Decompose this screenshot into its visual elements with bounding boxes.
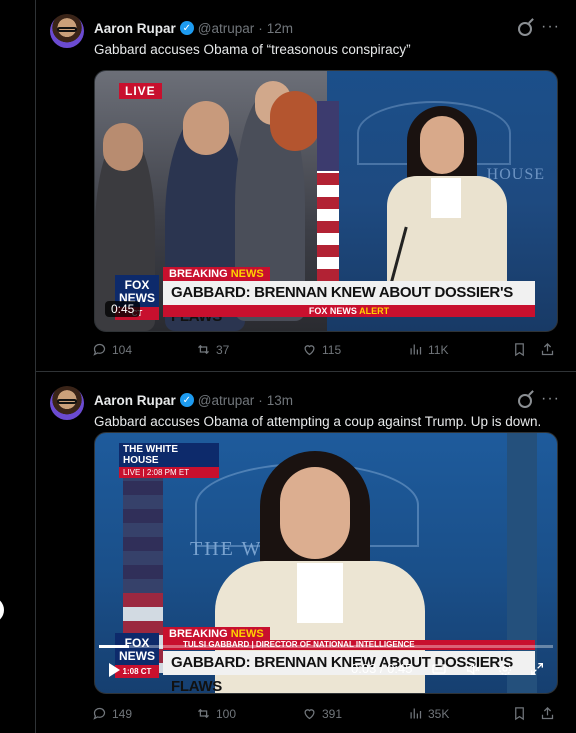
- like-button[interactable]: 115: [302, 342, 341, 357]
- play-icon[interactable]: [109, 663, 120, 677]
- volume-muted-icon[interactable]: [465, 661, 481, 677]
- views-chart-icon: [410, 708, 422, 719]
- author-handle[interactable]: @atrupar: [198, 393, 254, 408]
- bookmark-button[interactable]: [512, 342, 527, 357]
- video-progress-bar[interactable]: [99, 645, 553, 648]
- post-time[interactable]: 12m: [267, 21, 293, 36]
- fox-news-alert-bar: FOX NEWS ALERT: [163, 305, 535, 317]
- reply-icon: [93, 707, 106, 720]
- grok-icon[interactable]: [518, 394, 532, 408]
- reply-count: 149: [112, 706, 133, 721]
- total-time: 0:45: [387, 661, 413, 676]
- repost-button[interactable]: 100: [196, 706, 236, 721]
- heart-icon: [304, 345, 315, 356]
- heart-icon: [304, 709, 315, 720]
- reporter-hair: [270, 91, 320, 151]
- logo-top: FOX: [124, 278, 150, 292]
- bookmark-button[interactable]: [512, 706, 527, 721]
- bookmark-icon: [515, 707, 524, 721]
- post-actions: 104 37 115 11K: [92, 342, 562, 362]
- wh-live: LIVE: [123, 468, 141, 477]
- captions-icon[interactable]: [431, 661, 447, 677]
- repost-button[interactable]: 37: [196, 342, 229, 357]
- post-header: Aaron Rupar ✓ @atrupar · 13m: [94, 390, 293, 410]
- reply-button[interactable]: 104: [92, 342, 132, 357]
- wh-live-row: LIVE | 2:08 PM ET: [119, 467, 219, 478]
- views-button[interactable]: 35K: [408, 706, 449, 721]
- share-icon: [541, 706, 554, 720]
- tweet-text: Gabbard accuses Obama of attempting a co…: [94, 414, 542, 429]
- share-button[interactable]: [540, 342, 555, 357]
- reporter-face: [103, 123, 143, 171]
- breaking-news-label: BREAKING NEWS: [163, 267, 270, 281]
- tweet-text: Gabbard accuses Obama of “treasonous con…: [94, 42, 411, 57]
- post-1[interactable]: Aaron Rupar ✓ @atrupar · 12m ··· Gabbard…: [36, 0, 576, 372]
- avatar[interactable]: [50, 14, 84, 48]
- alert-brand: FOX NEWS: [308, 306, 360, 316]
- reply-icon: [93, 343, 106, 356]
- post-time[interactable]: 13m: [267, 393, 293, 408]
- post-2[interactable]: Aaron Rupar ✓ @atrupar · 13m ··· Gabbard…: [36, 372, 576, 733]
- views-count: 35K: [428, 706, 450, 721]
- video-progress-fill: [99, 645, 130, 648]
- reporter-face: [183, 101, 229, 155]
- separator-dot: ·: [258, 392, 263, 408]
- breaking-news-label: BREAKING NEWS: [163, 627, 270, 641]
- avatar-glasses: [57, 399, 77, 404]
- views-chart-icon: [410, 344, 422, 355]
- us-flag-canton: [317, 101, 339, 171]
- breaking-word: BREAKING: [169, 268, 231, 280]
- video-controls: 0:03 / 0:45: [95, 655, 557, 685]
- news-word: NEWS: [230, 628, 264, 640]
- bookmark-icon: [515, 343, 524, 357]
- post-actions: 149 100 391 35K: [92, 706, 562, 726]
- current-time: 0:03: [351, 661, 377, 676]
- author-handle[interactable]: @atrupar: [198, 21, 254, 36]
- reply-count: 104: [112, 342, 133, 357]
- share-icon: [541, 342, 554, 356]
- speaker-figure: [387, 106, 507, 286]
- repost-icon: [198, 344, 209, 355]
- time-separator: /: [376, 661, 388, 676]
- breaking-word: BREAKING: [169, 628, 231, 640]
- video-player[interactable]: THE WH HOUSE THE WHITE HOUSE LIVE | 2:08…: [94, 432, 558, 694]
- white-house-live-badge: THE WHITE HOUSE LIVE | 2:08 PM ET: [119, 443, 219, 478]
- more-options-icon[interactable]: ···: [541, 18, 560, 36]
- chyron-headline: GABBARD: BRENNAN KNEW ABOUT DOSSIER'S FL…: [163, 281, 535, 325]
- author-name[interactable]: Aaron Rupar: [94, 393, 176, 408]
- live-badge: LIVE: [119, 83, 162, 99]
- avatar-glasses: [57, 27, 77, 32]
- settings-gear-icon[interactable]: [497, 661, 513, 677]
- more-options-icon[interactable]: ···: [541, 390, 560, 408]
- views-count: 11K: [428, 342, 449, 357]
- video-player[interactable]: HOUSE LIVE FOX NEWS CT BREAKING NEWS GAB…: [94, 70, 558, 332]
- avatar[interactable]: [50, 386, 84, 420]
- chyron: FOX NEWS CT BREAKING NEWS GABBARD: BRENN…: [115, 267, 551, 325]
- verified-badge-icon: ✓: [179, 393, 194, 407]
- grok-icon[interactable]: [518, 22, 532, 36]
- separator-dot: ·: [258, 20, 263, 36]
- video-duration: 0:45: [105, 301, 141, 317]
- repost-count: 100: [216, 706, 237, 721]
- post-header: Aaron Rupar ✓ @atrupar · 12m: [94, 18, 293, 38]
- reply-button[interactable]: 149: [92, 706, 132, 721]
- like-button[interactable]: 391: [302, 706, 342, 721]
- fullscreen-icon[interactable]: [529, 661, 545, 677]
- author-name[interactable]: Aaron Rupar: [94, 21, 176, 36]
- share-button[interactable]: [540, 706, 555, 721]
- video-time: 0:03 / 0:45: [351, 661, 412, 676]
- verified-badge-icon: ✓: [179, 21, 194, 35]
- news-word: NEWS: [230, 268, 264, 280]
- like-count: 115: [322, 342, 342, 357]
- wh-title: THE WHITE HOUSE: [119, 443, 219, 467]
- wh-time: 2:08 PM ET: [146, 468, 190, 477]
- like-count: 391: [322, 706, 343, 721]
- left-rail: [0, 0, 35, 733]
- views-button[interactable]: 11K: [408, 342, 448, 357]
- alert-word: ALERT: [359, 306, 390, 316]
- repost-count: 37: [216, 342, 230, 357]
- repost-icon: [198, 708, 209, 719]
